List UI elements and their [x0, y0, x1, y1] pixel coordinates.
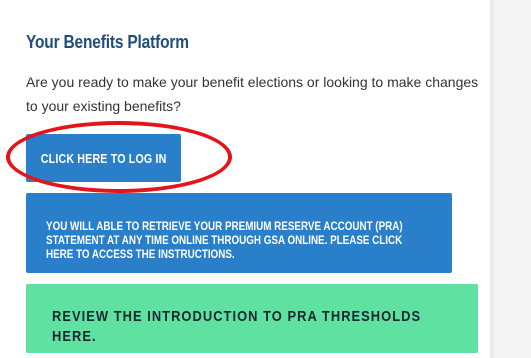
pra-statement-button-label: YOU WILL ABLE TO RETRIEVE YOUR PREMIUM R…: [46, 219, 403, 261]
page: Your Benefits Platform Are you ready to …: [0, 0, 531, 358]
login-button-label: CLICK HERE TO LOG IN: [40, 150, 167, 166]
right-gutter: [494, 0, 531, 358]
main-content: Your Benefits Platform Are you ready to …: [0, 0, 490, 358]
section-title: Your Benefits Platform: [26, 32, 189, 52]
intro-text: Are you ready to make your benefit elect…: [26, 74, 479, 114]
pra-thresholds-button[interactable]: REVIEW THE INTRODUCTION TO PRA THRESHOLD…: [26, 284, 478, 353]
login-button[interactable]: CLICK HERE TO LOG IN: [26, 134, 181, 182]
pra-thresholds-button-label: REVIEW THE INTRODUCTION TO PRA THRESHOLD…: [52, 307, 422, 345]
pra-statement-button[interactable]: YOU WILL ABLE TO RETRIEVE YOUR PREMIUM R…: [26, 193, 452, 273]
